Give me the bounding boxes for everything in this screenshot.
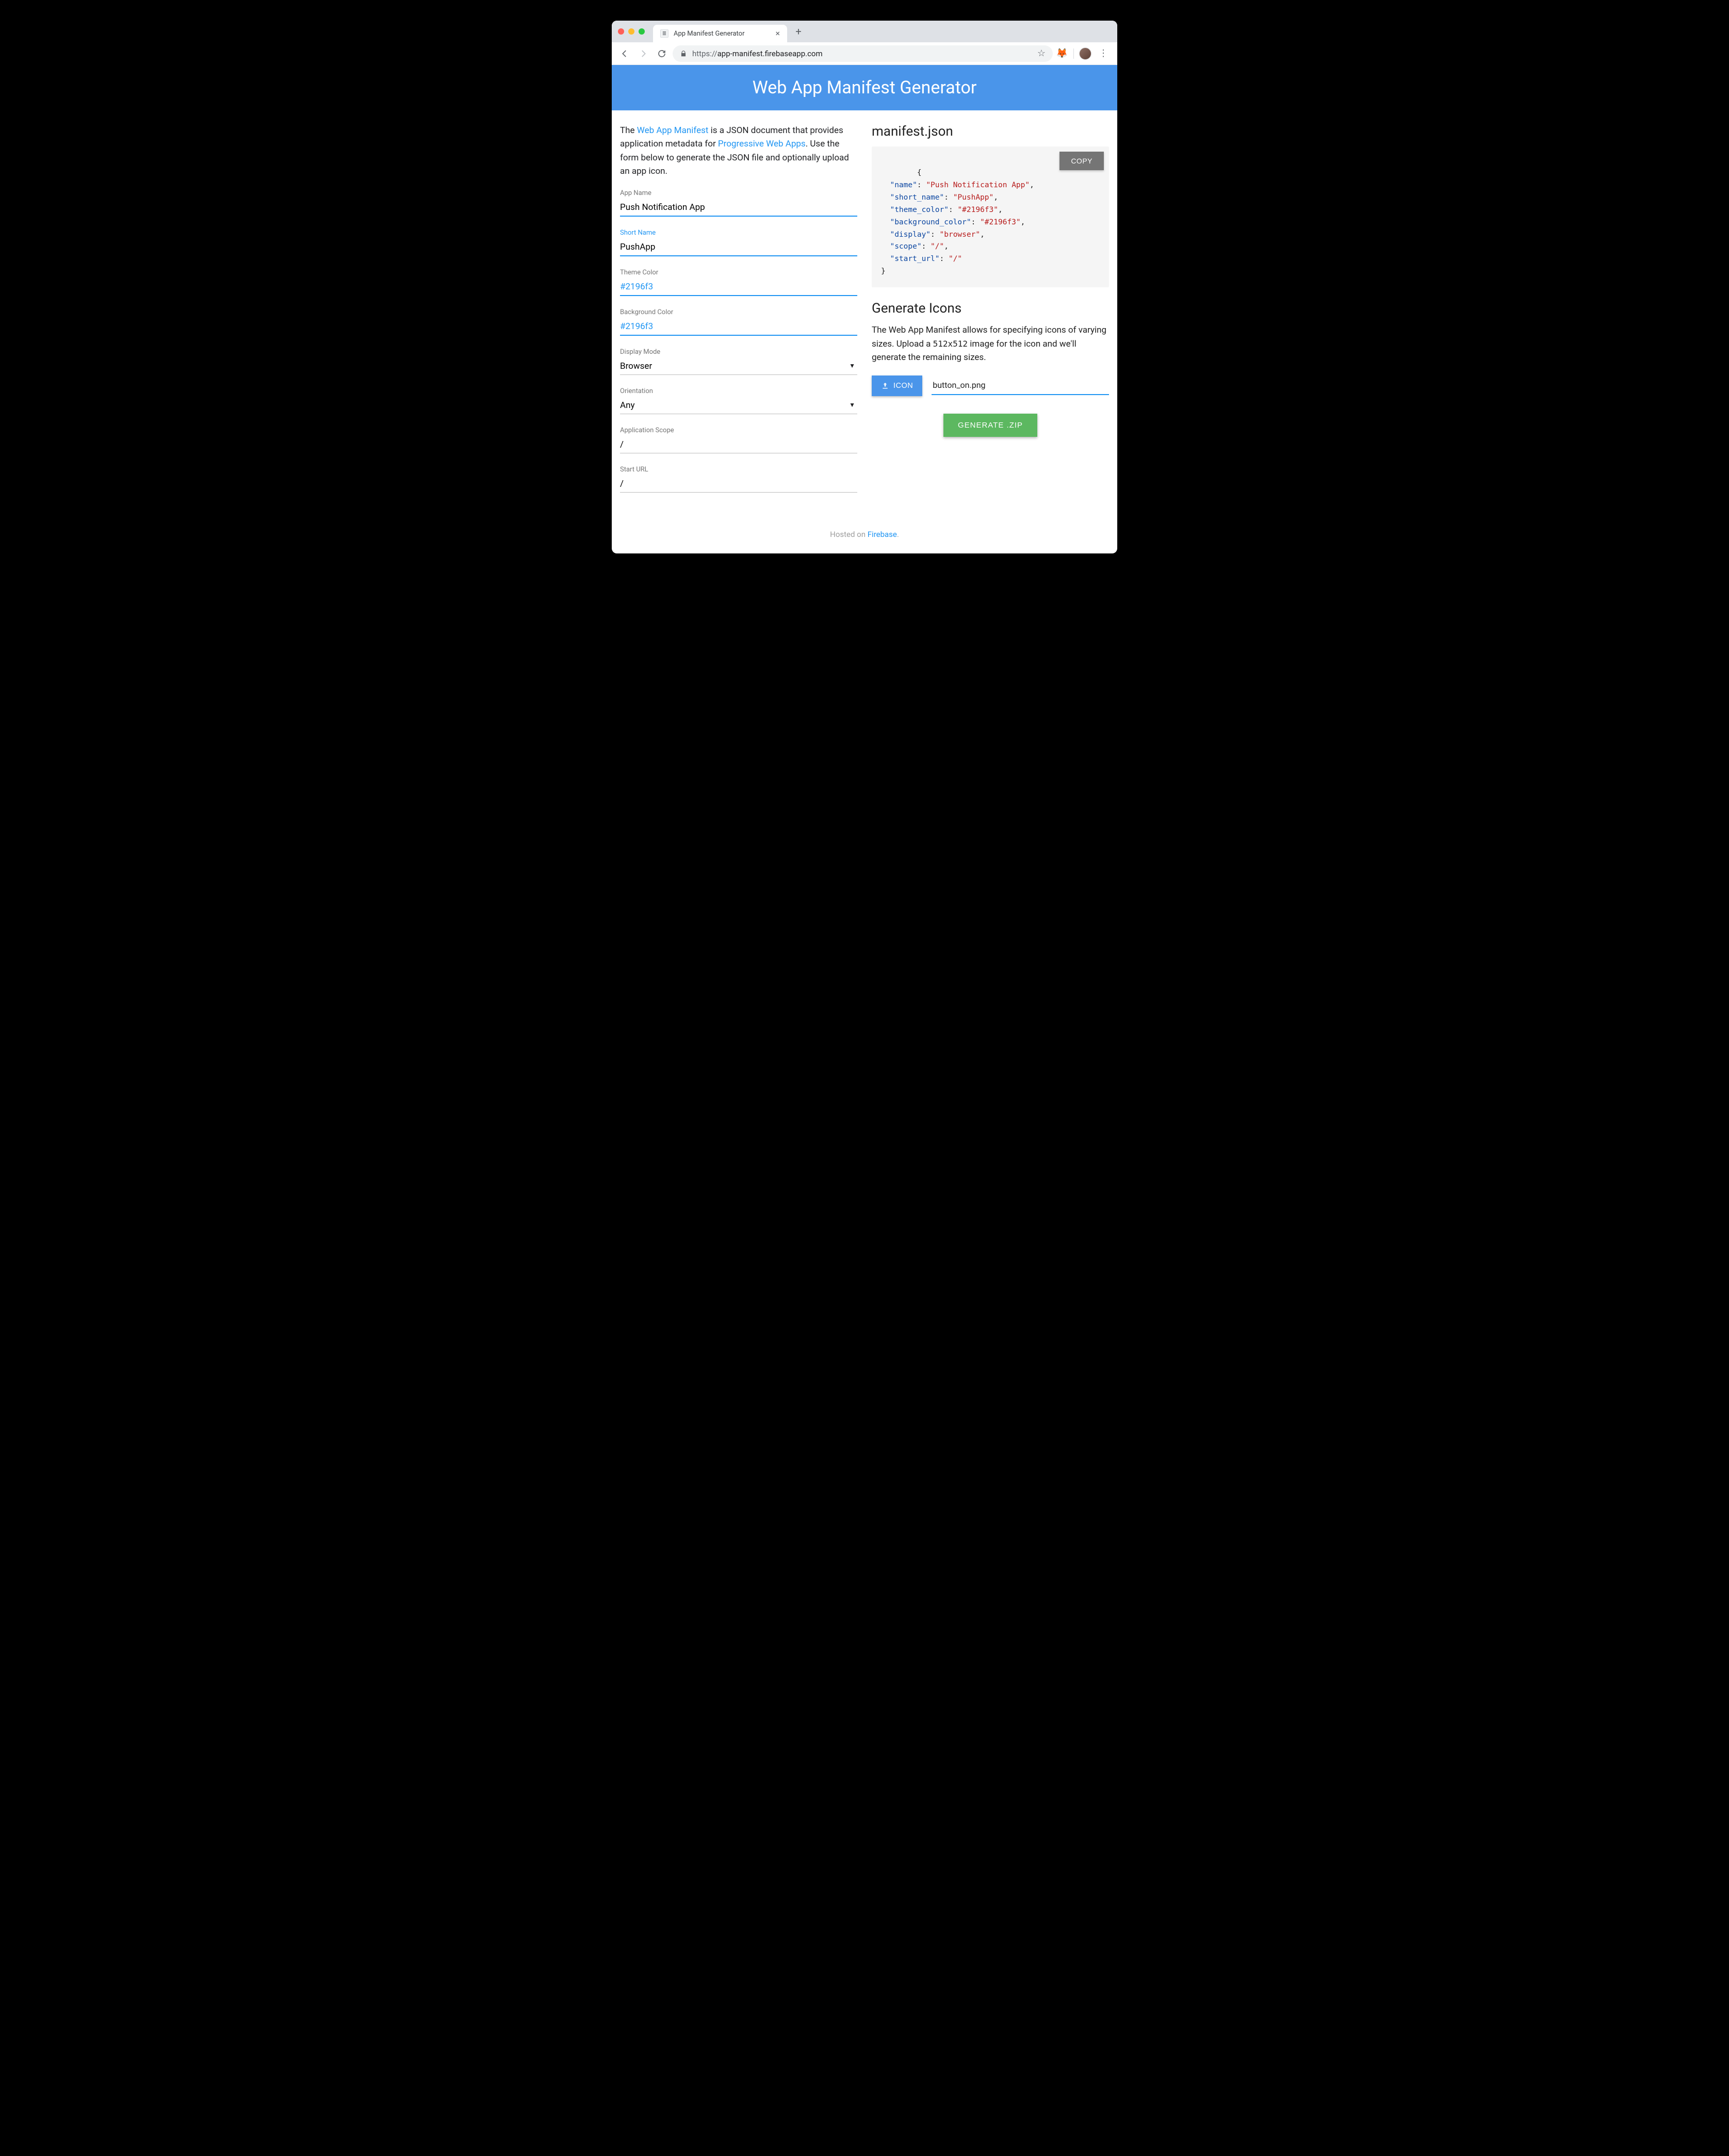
short-name-label: Short Name bbox=[620, 229, 857, 237]
browser-window: ≣ App Manifest Generator × + https://app… bbox=[612, 21, 1117, 553]
pwa-link[interactable]: Progressive Web Apps bbox=[718, 139, 806, 149]
page-content: The Web App Manifest is a JSON document … bbox=[612, 110, 1117, 526]
close-tab-button[interactable]: × bbox=[775, 29, 780, 38]
separator bbox=[1073, 48, 1074, 59]
copy-button[interactable]: COPY bbox=[1059, 152, 1104, 170]
url-text: https://app-manifest.firebaseapp.com bbox=[692, 49, 823, 58]
reload-button[interactable] bbox=[654, 46, 670, 61]
forward-button[interactable] bbox=[635, 46, 651, 61]
upload-icon bbox=[881, 382, 889, 390]
display-mode-field: Display Mode ▼ bbox=[620, 348, 857, 375]
intro-text: The Web App Manifest is a JSON document … bbox=[620, 124, 857, 178]
lock-icon bbox=[680, 50, 687, 57]
orientation-select[interactable] bbox=[620, 398, 857, 414]
orientation-label: Orientation bbox=[620, 387, 857, 395]
icons-description: The Web App Manifest allows for specifyi… bbox=[872, 323, 1109, 364]
output-column: manifest.json COPY{ "name": "Push Notifi… bbox=[872, 124, 1109, 505]
firebase-link[interactable]: Firebase bbox=[868, 530, 897, 539]
display-mode-select[interactable] bbox=[620, 359, 857, 375]
tab-title: App Manifest Generator bbox=[674, 30, 745, 38]
scope-label: Application Scope bbox=[620, 427, 857, 434]
background-color-input[interactable] bbox=[620, 319, 857, 336]
json-output: COPY{ "name": "Push Notification App", "… bbox=[872, 146, 1109, 287]
theme-color-field: Theme Color bbox=[620, 269, 857, 296]
scope-field: Application Scope bbox=[620, 427, 857, 453]
page-title: Web App Manifest Generator bbox=[612, 77, 1117, 98]
generate-zip-button[interactable]: GENERATE .ZIP bbox=[943, 414, 1037, 437]
back-button[interactable] bbox=[617, 46, 632, 61]
favicon-icon: ≣ bbox=[660, 29, 668, 38]
browser-toolbar: https://app-manifest.firebaseapp.com ☆ 🦊… bbox=[612, 42, 1117, 65]
start-url-label: Start URL bbox=[620, 466, 857, 473]
start-url-field: Start URL bbox=[620, 466, 857, 493]
start-url-input[interactable] bbox=[620, 477, 857, 493]
app-name-input[interactable] bbox=[620, 200, 857, 217]
short-name-field: Short Name bbox=[620, 229, 857, 256]
minimize-window-button[interactable] bbox=[628, 28, 634, 35]
maximize-window-button[interactable] bbox=[639, 28, 645, 35]
browser-tab[interactable]: ≣ App Manifest Generator × bbox=[653, 25, 787, 42]
browser-menu-button[interactable]: ⋮ bbox=[1095, 48, 1112, 59]
upload-icon-button[interactable]: ICON bbox=[872, 375, 922, 396]
address-bar[interactable]: https://app-manifest.firebaseapp.com ☆ bbox=[673, 45, 1053, 62]
uploaded-file-name[interactable]: button_on.png bbox=[932, 377, 1109, 395]
manifest-heading: manifest.json bbox=[872, 124, 1109, 139]
page-footer: Hosted on Firebase. bbox=[612, 526, 1117, 553]
theme-color-label: Theme Color bbox=[620, 269, 857, 276]
background-color-label: Background Color bbox=[620, 308, 857, 316]
close-window-button[interactable] bbox=[618, 28, 624, 35]
orientation-field: Orientation ▼ bbox=[620, 387, 857, 414]
tab-bar: ≣ App Manifest Generator × + bbox=[612, 21, 1117, 42]
web-app-manifest-link[interactable]: Web App Manifest bbox=[637, 125, 709, 136]
theme-color-input[interactable] bbox=[620, 280, 857, 296]
icon-upload-row: ICON button_on.png bbox=[872, 375, 1109, 396]
new-tab-button[interactable]: + bbox=[791, 24, 806, 39]
scope-input[interactable] bbox=[620, 437, 857, 453]
app-name-field: App Name bbox=[620, 189, 857, 217]
background-color-field: Background Color bbox=[620, 308, 857, 336]
form-column: The Web App Manifest is a JSON document … bbox=[620, 124, 857, 505]
bookmark-star-icon[interactable]: ☆ bbox=[1037, 48, 1046, 59]
page-hero: Web App Manifest Generator bbox=[612, 65, 1117, 110]
display-mode-label: Display Mode bbox=[620, 348, 857, 356]
short-name-input[interactable] bbox=[620, 240, 857, 256]
profile-avatar[interactable] bbox=[1079, 47, 1091, 60]
extension-icon[interactable]: 🦊 bbox=[1056, 47, 1068, 60]
app-name-label: App Name bbox=[620, 189, 857, 197]
icons-heading: Generate Icons bbox=[872, 301, 1109, 316]
window-controls bbox=[618, 28, 645, 35]
